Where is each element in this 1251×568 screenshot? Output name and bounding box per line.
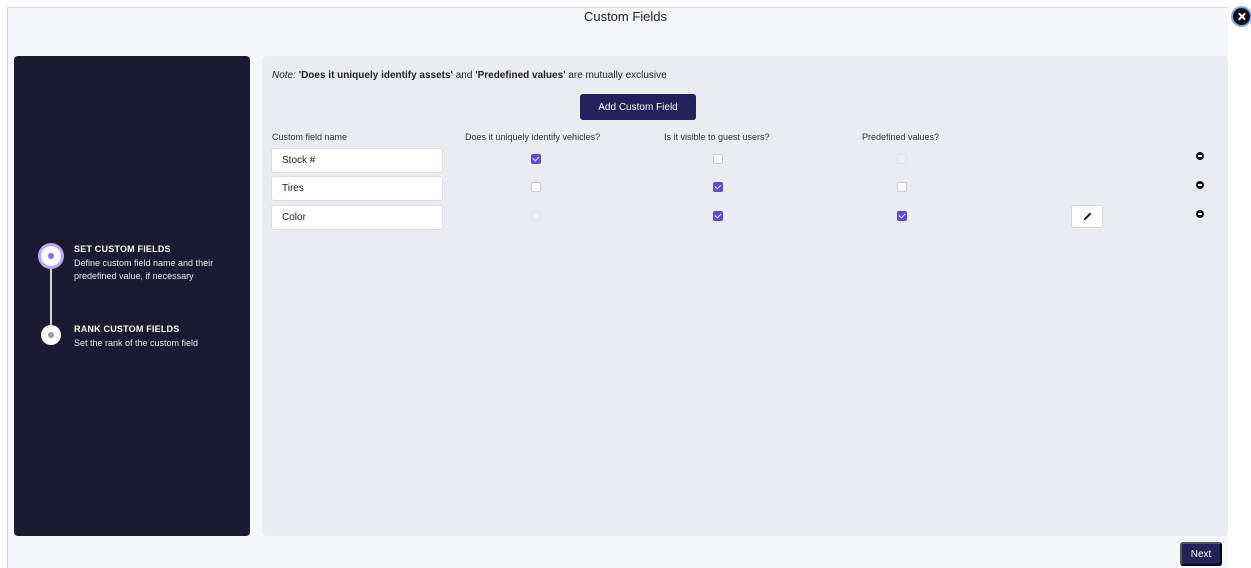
field-name-input[interactable]: Tires <box>271 176 443 201</box>
delete-field-icon[interactable] <box>1196 152 1204 160</box>
note-prefix: Note: <box>272 70 296 81</box>
delete-field-icon[interactable] <box>1196 210 1204 218</box>
predefined-checkbox[interactable] <box>897 211 907 221</box>
field-name-input[interactable]: Stock # <box>271 148 443 173</box>
column-header-predefined: Predefined values? <box>862 132 940 142</box>
visible-checkbox[interactable] <box>713 154 723 164</box>
stepper-connector <box>50 256 52 336</box>
add-custom-field-button[interactable]: Add Custom Field <box>580 94 696 120</box>
custom-fields-panel <box>262 56 1228 536</box>
predefined-checkbox <box>897 154 907 164</box>
unique-checkbox[interactable] <box>531 154 541 164</box>
unique-checkbox[interactable] <box>531 182 541 192</box>
note-part1: 'Does it uniquely identify assets' <box>298 70 453 81</box>
predefined-checkbox[interactable] <box>897 182 907 192</box>
note-and: and <box>455 70 473 81</box>
column-header-name: Custom field name <box>272 132 348 142</box>
column-header-unique: Does it uniquely identify vehicles? <box>465 132 601 142</box>
step-1-indicator <box>41 246 61 266</box>
exclusivity-note: Note: 'Does it uniquely identify assets'… <box>272 70 667 81</box>
next-button[interactable]: Next <box>1180 542 1222 566</box>
step-2-indicator <box>41 325 61 345</box>
step-2-title: RANK CUSTOM FIELDS <box>74 324 180 334</box>
step-1-title: SET CUSTOM FIELDS <box>74 244 171 254</box>
delete-field-icon[interactable] <box>1196 181 1204 189</box>
visible-checkbox[interactable] <box>713 182 723 192</box>
note-suffix: are mutually exclusive <box>568 70 667 81</box>
close-icon[interactable] <box>1233 8 1250 25</box>
column-header-visible: Is it visible to guest users? <box>664 132 770 142</box>
note-part2: 'Predefined values' <box>475 70 566 81</box>
field-name-input[interactable]: Color <box>271 205 443 230</box>
edit-predefined-values-button[interactable] <box>1071 205 1103 228</box>
modal-title: Custom Fields <box>583 9 668 24</box>
unique-checkbox <box>531 211 541 221</box>
step-1-description: Define custom field name and their prede… <box>74 258 214 281</box>
step-2-description: Set the rank of the custom field <box>74 338 199 348</box>
visible-checkbox[interactable] <box>713 211 723 221</box>
pencil-icon <box>1083 212 1091 221</box>
